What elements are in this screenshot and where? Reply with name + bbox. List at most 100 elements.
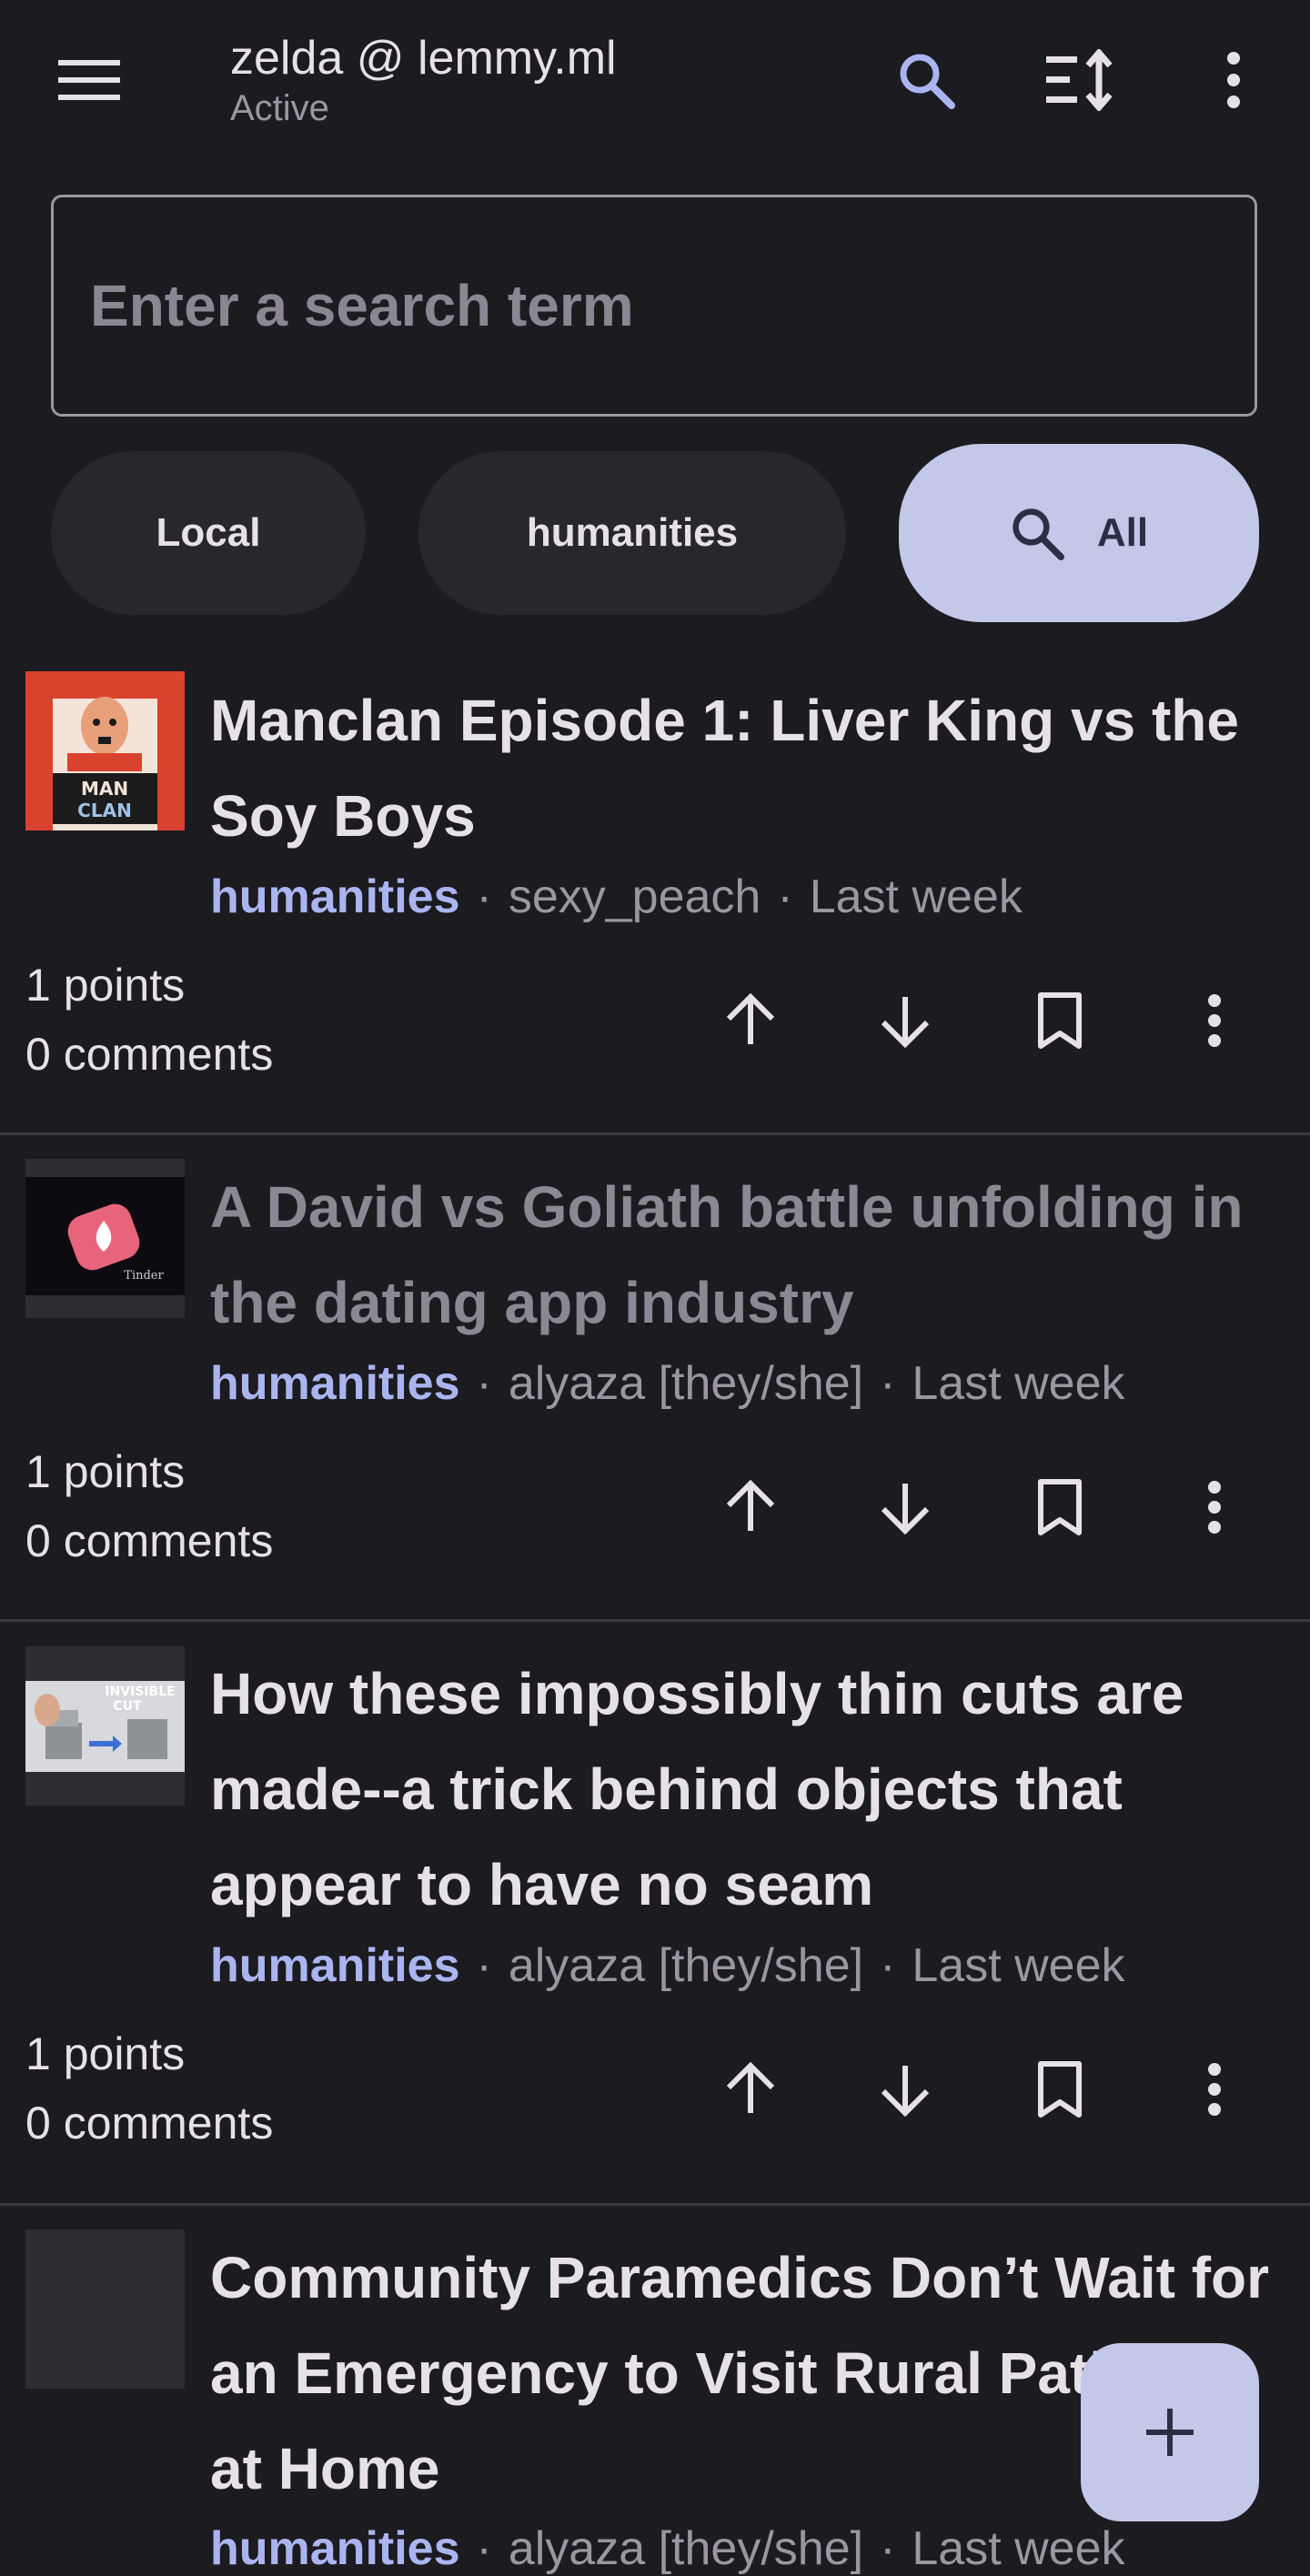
downvote-button[interactable] bbox=[851, 1453, 960, 1562]
sort-subtitle: Active bbox=[230, 88, 329, 128]
post-more-button[interactable] bbox=[1160, 1453, 1269, 1562]
comments-count[interactable]: 0 comments bbox=[25, 1020, 273, 1089]
post-divider bbox=[0, 1619, 1310, 1622]
separator-dot: · bbox=[880, 1357, 896, 1410]
save-button[interactable] bbox=[1005, 1453, 1114, 1562]
post-stats: 1 points 0 comments bbox=[25, 951, 273, 1089]
post-divider bbox=[0, 2203, 1310, 2206]
svg-text:MAN: MAN bbox=[81, 778, 128, 800]
post-title[interactable]: Manclan Episode 1: Liver King vs the Soy… bbox=[210, 673, 1284, 864]
post-meta: humanities · alyaza [they/she] · Last week bbox=[210, 2521, 1125, 2576]
search-icon bbox=[900, 54, 955, 109]
save-button[interactable] bbox=[1005, 2035, 1114, 2144]
menu-button[interactable] bbox=[35, 25, 144, 135]
svg-text:INVISIBLE: INVISIBLE bbox=[105, 1685, 175, 1699]
upvote-button[interactable] bbox=[696, 1453, 805, 1562]
post-time: Last week bbox=[809, 870, 1023, 923]
manclan-thumbnail-image: MAN CLAN bbox=[25, 671, 185, 830]
separator-dot: · bbox=[777, 870, 793, 923]
separator-dot: · bbox=[476, 2522, 492, 2575]
post-actions bbox=[673, 1453, 1292, 1562]
svg-text:CUT: CUT bbox=[113, 1699, 142, 1714]
search-button[interactable] bbox=[872, 25, 981, 135]
upvote-button[interactable] bbox=[696, 2035, 805, 2144]
chip-label: All bbox=[1096, 510, 1149, 555]
search-input[interactable] bbox=[54, 197, 1255, 414]
search-icon bbox=[1010, 506, 1064, 560]
chip-label: humanities bbox=[526, 510, 739, 555]
sort-icon bbox=[1046, 49, 1113, 111]
points-count: 1 points bbox=[25, 960, 186, 1011]
post-divider bbox=[0, 1132, 1310, 1135]
author-link[interactable]: alyaza [they/she] bbox=[509, 2522, 863, 2575]
arrow-down-icon bbox=[881, 997, 930, 1048]
chip-label: Local bbox=[156, 510, 261, 555]
arrow-down-icon bbox=[881, 2066, 930, 2117]
downvote-button[interactable] bbox=[851, 2035, 960, 2144]
account-title: zelda @ lemmy.ml bbox=[230, 32, 617, 85]
separator-dot: · bbox=[476, 870, 492, 923]
author-link[interactable]: sexy_peach bbox=[509, 870, 761, 923]
top-app-bar: zelda @ lemmy.ml Active bbox=[0, 0, 1310, 164]
post-actions bbox=[673, 2035, 1292, 2144]
points-count: 1 points bbox=[25, 2028, 186, 2079]
search-field[interactable] bbox=[51, 195, 1257, 417]
separator-dot: · bbox=[476, 1939, 492, 1992]
arrow-up-icon bbox=[726, 2062, 775, 2113]
overflow-menu-button[interactable] bbox=[1179, 25, 1288, 135]
more-vert-icon bbox=[1208, 994, 1221, 1047]
svg-text:Tinder: Tinder bbox=[124, 1269, 164, 1283]
chip-humanities[interactable]: humanities bbox=[418, 451, 846, 615]
create-post-fab[interactable] bbox=[1081, 2343, 1259, 2521]
post-more-button[interactable] bbox=[1160, 966, 1269, 1075]
community-link[interactable]: humanities bbox=[210, 870, 460, 923]
post-title[interactable]: A David vs Goliath battle unfolding in t… bbox=[210, 1160, 1284, 1351]
community-link[interactable]: humanities bbox=[210, 2522, 460, 2575]
arrow-down-icon bbox=[881, 1484, 930, 1535]
post-thumbnail[interactable]: Tinder bbox=[25, 1159, 185, 1318]
plus-icon bbox=[1146, 2409, 1194, 2456]
upvote-button[interactable] bbox=[696, 966, 805, 1075]
svg-text:CLAN: CLAN bbox=[77, 800, 132, 821]
arrow-up-icon bbox=[726, 1480, 775, 1531]
post-meta: humanities · sexy_peach · Last week bbox=[210, 870, 1023, 924]
separator-dot: · bbox=[880, 2522, 896, 2575]
post-time: Last week bbox=[912, 1357, 1125, 1410]
sort-button[interactable] bbox=[1026, 25, 1135, 135]
comments-count[interactable]: 0 comments bbox=[25, 1506, 273, 1575]
chip-local[interactable]: Local bbox=[51, 451, 366, 615]
more-vert-icon bbox=[1208, 2063, 1221, 2116]
community-link[interactable]: humanities bbox=[210, 1357, 460, 1410]
more-vert-icon bbox=[1208, 1481, 1221, 1534]
points-count: 1 points bbox=[25, 1446, 186, 1497]
bookmark-icon bbox=[1038, 992, 1082, 1049]
post-actions bbox=[673, 966, 1292, 1075]
invisible-cut-thumbnail-image: INVISIBLE CUT bbox=[25, 1646, 185, 1806]
arrow-up-icon bbox=[726, 993, 775, 1044]
separator-dot: · bbox=[880, 1939, 896, 1992]
post-more-button[interactable] bbox=[1160, 2035, 1269, 2144]
author-link[interactable]: alyaza [they/she] bbox=[509, 1357, 863, 1410]
separator-dot: · bbox=[476, 1357, 492, 1410]
save-button[interactable] bbox=[1005, 966, 1114, 1075]
post-meta: humanities · alyaza [they/she] · Last week bbox=[210, 1356, 1125, 1411]
post-stats: 1 points 0 comments bbox=[25, 2019, 273, 2158]
post-thumbnail[interactable]: INVISIBLE CUT bbox=[25, 1646, 185, 1806]
downvote-button[interactable] bbox=[851, 966, 960, 1075]
comments-count[interactable]: 0 comments bbox=[25, 2088, 273, 2158]
community-link[interactable]: humanities bbox=[210, 1939, 460, 1992]
post-title[interactable]: How these impossibly thin cuts are made-… bbox=[210, 1646, 1284, 1933]
post-meta: humanities · alyaza [they/she] · Last week bbox=[210, 1938, 1125, 1993]
chip-all[interactable]: All bbox=[899, 444, 1259, 622]
more-vert-icon bbox=[1227, 52, 1240, 108]
post-time: Last week bbox=[912, 2522, 1125, 2575]
post-time: Last week bbox=[912, 1939, 1125, 1992]
bookmark-icon bbox=[1038, 2061, 1082, 2118]
author-link[interactable]: alyaza [they/she] bbox=[509, 1939, 863, 1992]
account-title-block[interactable]: zelda @ lemmy.ml Active bbox=[230, 31, 617, 131]
post-thumbnail[interactable]: MAN CLAN bbox=[25, 671, 185, 830]
post-stats: 1 points 0 comments bbox=[25, 1437, 273, 1575]
tinder-thumbnail-image: Tinder bbox=[25, 1159, 185, 1318]
post-thumbnail[interactable] bbox=[25, 2229, 185, 2389]
menu-icon bbox=[58, 60, 120, 100]
